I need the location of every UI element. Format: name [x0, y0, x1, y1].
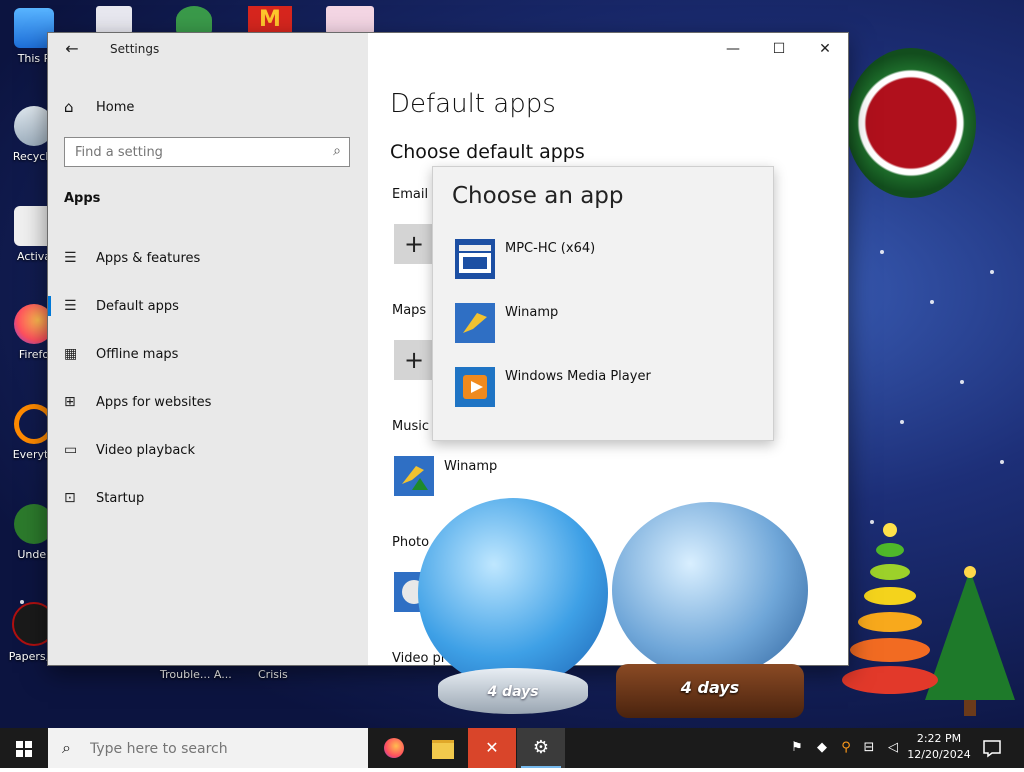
- nav-home[interactable]: ⌂ Home: [64, 97, 134, 117]
- snowflake: [960, 380, 964, 384]
- music-app-button[interactable]: [394, 456, 434, 496]
- globe-dome: [418, 498, 608, 688]
- music-label: Music: [392, 419, 429, 434]
- winamp-icon: [455, 303, 495, 343]
- desktop-app-icon[interactable]: [96, 6, 132, 34]
- flyout-app-name: MPC-HC (x64): [505, 241, 596, 256]
- winamp-icon: [394, 456, 434, 496]
- mpc-hc-icon: [455, 239, 495, 279]
- sidebar-item-apps-features[interactable]: ☰ Apps & features: [48, 234, 368, 282]
- start-button[interactable]: [0, 728, 48, 768]
- days-countdown-label: 4 days: [680, 678, 740, 697]
- sidebar-item-apps-for-websites[interactable]: ⊞ Apps for websites: [48, 378, 368, 426]
- windows-media-player-icon: [455, 367, 495, 407]
- flyout-app-name: Windows Media Player: [505, 369, 651, 384]
- video-icon: ▭: [64, 442, 78, 458]
- back-arrow-icon: ←: [65, 39, 79, 58]
- network-icon[interactable]: ⊟: [858, 728, 880, 768]
- maximize-button[interactable]: ☐: [756, 33, 802, 65]
- clock-date: 12/20/2024: [907, 748, 971, 761]
- snowflake: [900, 420, 904, 424]
- firefox-icon: [384, 738, 404, 758]
- sidebar-item-offline-maps[interactable]: ▦ Offline maps: [48, 330, 368, 378]
- taskbar-clock[interactable]: 2:22 PM 12/20/2024: [904, 731, 974, 763]
- spiral-tree-decoration: [842, 523, 938, 694]
- minimize-icon: —: [726, 41, 740, 57]
- page-title: Default apps: [390, 89, 556, 119]
- snow-globe-gadget[interactable]: 4 days: [608, 502, 812, 718]
- music-app-name[interactable]: Winamp: [444, 459, 497, 474]
- title-bar: ← Settings — ☐ ✕: [48, 33, 848, 65]
- map-icon: ▦: [64, 346, 78, 362]
- maximize-icon: ☐: [772, 41, 786, 57]
- clock-time: 2:22 PM: [916, 732, 962, 745]
- flyout-app-windows-media-player[interactable]: Windows Media Player: [433, 359, 773, 415]
- search-icon: ⌕: [333, 143, 341, 159]
- app-x-icon: ✕: [485, 738, 499, 757]
- flyout-app-winamp[interactable]: Winamp: [433, 295, 773, 351]
- flyout-app-mpc-hc[interactable]: MPC-HC (x64): [433, 231, 773, 287]
- snow-globe-gadget[interactable]: 4 days: [416, 498, 610, 718]
- sidebar-item-default-apps[interactable]: ☰ Default apps: [48, 282, 368, 330]
- action-center-button[interactable]: [980, 736, 1004, 760]
- snowflake: [1000, 460, 1004, 464]
- taskbar-firefox[interactable]: [370, 728, 418, 768]
- choose-app-flyout: Choose an app MPC-HC (x64) Winamp Window…: [432, 166, 774, 441]
- choose-email-app-button[interactable]: +: [394, 224, 434, 264]
- tray-drop-icon[interactable]: ◆: [812, 728, 832, 768]
- days-countdown-label: 4 days: [487, 684, 539, 700]
- email-label: Email: [392, 187, 429, 202]
- default-apps-icon: ☰: [64, 298, 77, 314]
- tray-search-app-icon[interactable]: ⚲: [836, 728, 856, 768]
- link-icon: ⊞: [64, 394, 76, 410]
- globe-dome: [612, 502, 808, 678]
- list-icon: ☰: [64, 250, 77, 266]
- christmas-clock-gadget[interactable]: [846, 48, 976, 198]
- flyout-app-name: Winamp: [505, 305, 559, 320]
- section-heading: Choose default apps: [390, 141, 585, 163]
- flyout-title: Choose an app: [452, 183, 624, 209]
- snowflake: [930, 300, 934, 304]
- find-setting-input[interactable]: [65, 138, 325, 166]
- notification-icon: [983, 740, 1001, 758]
- choose-maps-app-button[interactable]: +: [394, 340, 434, 380]
- settings-sidebar: ⌂ Home ⌕ Apps ☰ Apps & features ☰ Defaul…: [48, 33, 368, 665]
- sidebar-item-video-playback[interactable]: ▭ Video playback: [48, 426, 368, 474]
- find-setting-search-box[interactable]: ⌕: [64, 137, 350, 167]
- window-title: Settings: [110, 42, 160, 56]
- snowflake: [990, 270, 994, 274]
- desktop-icon-label[interactable]: Trouble... A...: [160, 668, 232, 681]
- desktop-app-icon[interactable]: [176, 6, 212, 34]
- taskbar-search-input[interactable]: [88, 734, 362, 764]
- gear-icon: ⚙: [532, 737, 550, 758]
- sidebar-item-startup[interactable]: ⊡ Startup: [48, 474, 368, 522]
- tray-people-icon[interactable]: ⚑: [786, 728, 808, 768]
- close-icon: ✕: [819, 41, 831, 57]
- volume-muted-icon[interactable]: ◁: [882, 728, 904, 768]
- maps-label: Maps: [392, 303, 427, 318]
- minimize-button[interactable]: —: [710, 33, 756, 65]
- taskbar-search-box[interactable]: ⌕: [48, 728, 368, 768]
- sidebar-section-title: Apps: [64, 191, 101, 206]
- taskbar-file-explorer[interactable]: [418, 728, 466, 768]
- desktop-icon-label[interactable]: Crisis: [258, 668, 288, 681]
- folder-icon: [432, 740, 454, 759]
- back-button[interactable]: ←: [58, 37, 86, 61]
- snowflake: [880, 250, 884, 254]
- mcdonalds-icon[interactable]: M: [248, 6, 292, 34]
- startup-icon: ⊡: [64, 490, 76, 506]
- desktop-app-icon[interactable]: [326, 6, 374, 34]
- close-button[interactable]: ✕: [802, 33, 848, 65]
- taskbar-settings[interactable]: ⚙: [517, 728, 565, 768]
- taskbar-app-red[interactable]: ✕: [468, 728, 516, 768]
- home-icon: ⌂: [64, 98, 74, 116]
- taskbar: ⌕ ✕ ⚙ ⚑ ◆ ⚲ ⊟ ◁ 2:22 PM 12/20/2024: [0, 728, 1024, 768]
- search-icon: ⌕: [62, 738, 71, 757]
- windows-logo-icon: [16, 741, 32, 757]
